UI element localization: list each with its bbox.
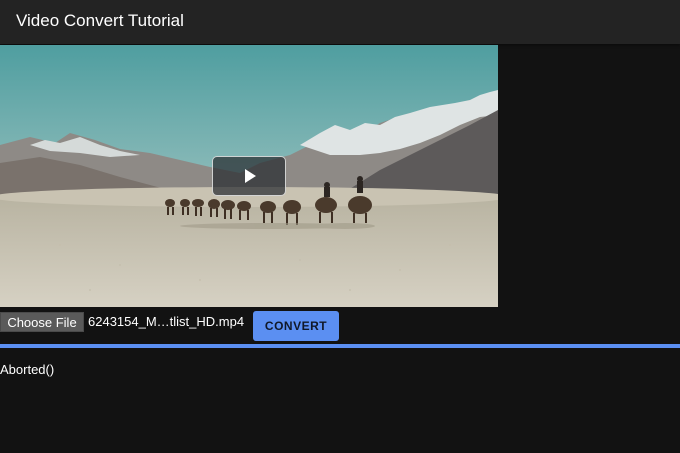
choose-file-button[interactable]: Choose File bbox=[0, 312, 84, 332]
progress-fill bbox=[0, 344, 680, 348]
app-header: Video Convert Tutorial bbox=[0, 0, 680, 44]
status-message: Aborted() bbox=[0, 362, 55, 377]
play-button[interactable] bbox=[212, 156, 286, 196]
play-icon bbox=[245, 169, 256, 183]
selected-file-name: 6243154_M…tlist_HD.mp4 bbox=[88, 314, 245, 329]
convert-button[interactable]: CONVERT bbox=[253, 311, 339, 341]
app-title: Video Convert Tutorial bbox=[16, 11, 184, 30]
progress-bar bbox=[0, 344, 680, 348]
video-player[interactable] bbox=[0, 45, 498, 307]
